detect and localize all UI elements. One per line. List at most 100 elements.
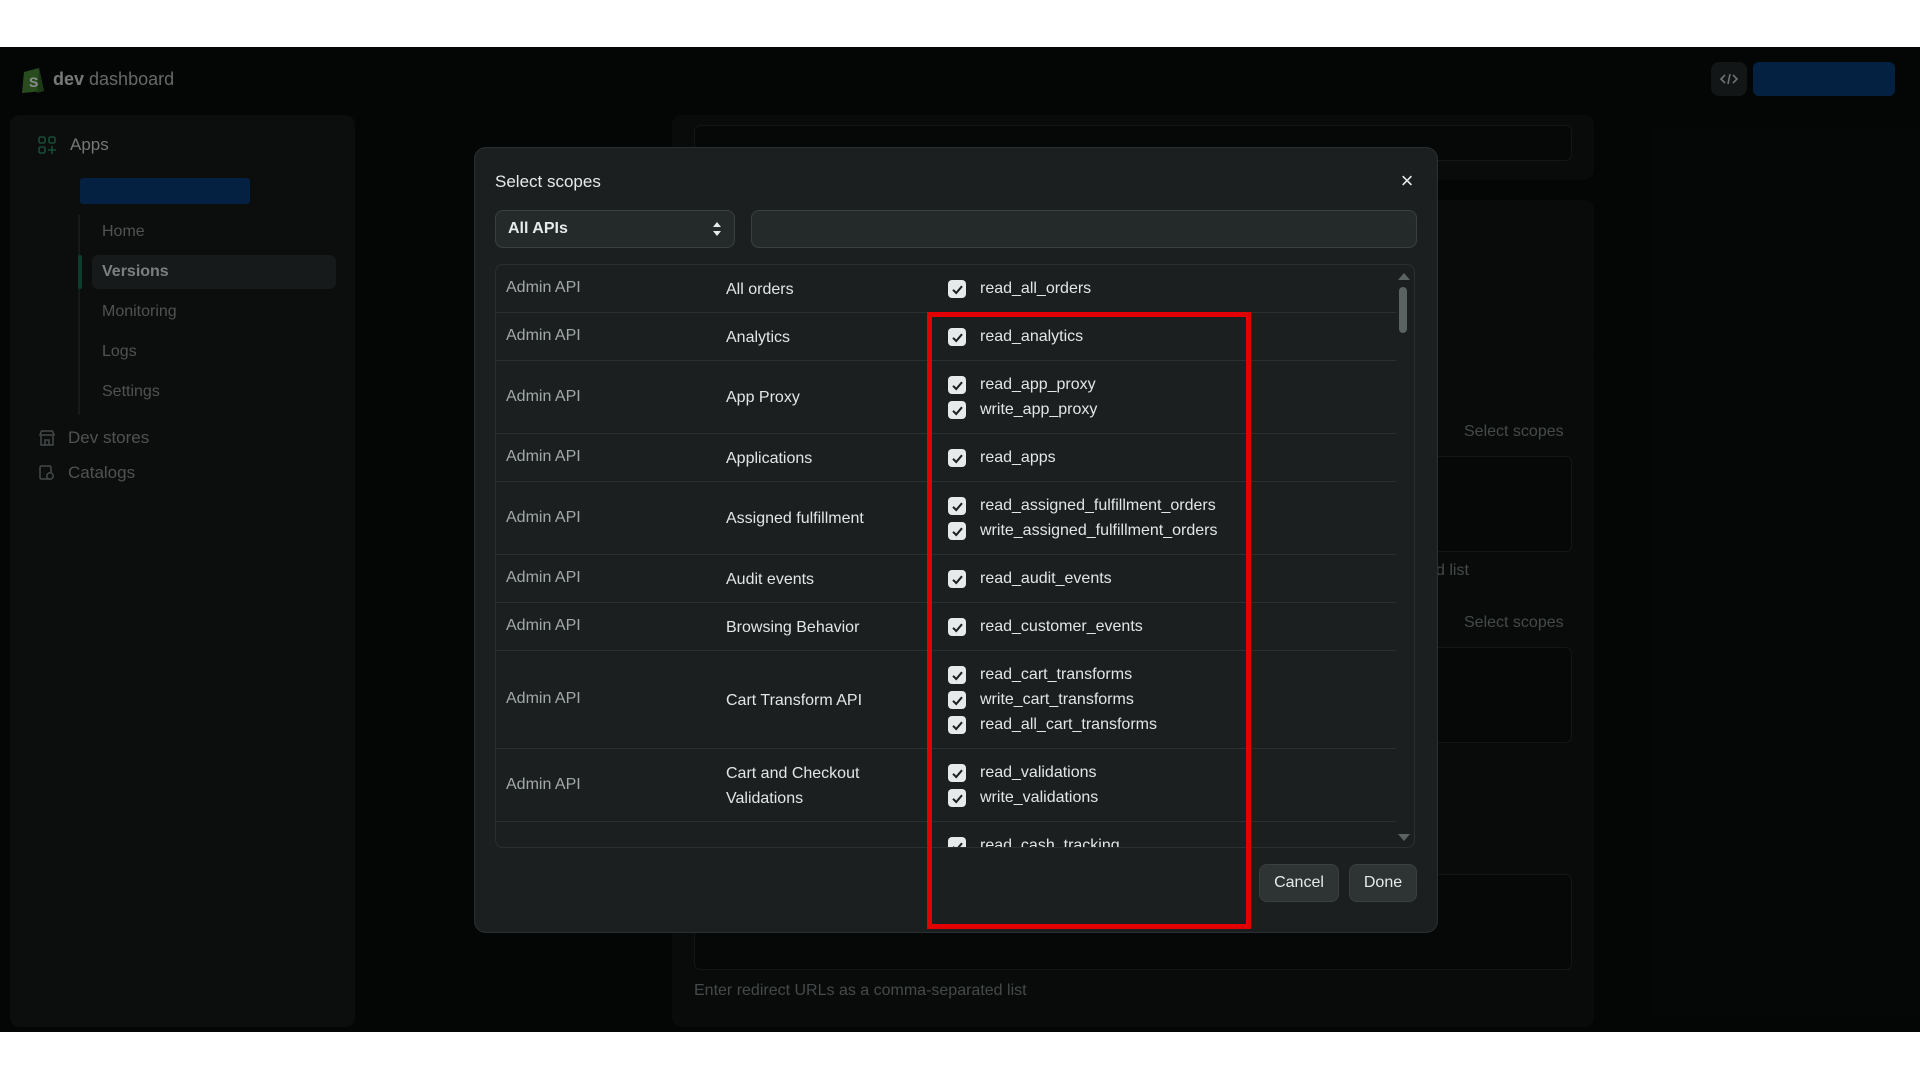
checkbox-checked-icon[interactable] <box>948 691 966 709</box>
scope-checkbox-item[interactable]: read_analytics <box>948 325 1083 350</box>
table-row: Admin API Audit events read_audit_events <box>496 555 1396 603</box>
scope-label: read_app_proxy <box>980 376 1096 393</box>
resource-name-cell: Browsing Behavior <box>726 618 860 636</box>
checkbox-checked-icon[interactable] <box>948 449 966 467</box>
api-cell: Admin API <box>506 448 581 465</box>
scope-label: write_assigned_fulfillment_orders <box>980 522 1218 539</box>
checkbox-checked-icon[interactable] <box>948 522 966 540</box>
scope-checkbox-item[interactable]: read_cart_transforms <box>948 663 1157 688</box>
scope-label: read_audit_events <box>980 570 1112 587</box>
scope-label: write_cart_transforms <box>980 691 1134 708</box>
scope-search-input[interactable] <box>751 210 1417 248</box>
resource-name-cell: Cart and Checkout Validations <box>726 764 860 807</box>
resource-name-cell: Applications <box>726 449 813 467</box>
done-button[interactable]: Done <box>1349 864 1417 902</box>
resource-name-cell: All orders <box>726 280 794 298</box>
scope-label: read_cash_tracking <box>980 837 1120 848</box>
api-cell: Admin API <box>506 387 581 405</box>
scope-checkbox-item[interactable]: write_app_proxy <box>948 398 1097 423</box>
scope-label: write_app_proxy <box>980 401 1098 418</box>
scope-checkbox-item[interactable]: read_apps <box>948 446 1056 471</box>
scopes-cell: read_audit_events <box>948 567 1112 592</box>
scope-checkbox-item[interactable]: read_audit_events <box>948 567 1112 592</box>
table-row: Admin API App Proxy read_app_proxy write_ap… <box>496 361 1396 434</box>
scope-label: read_all_cart_transforms <box>980 716 1157 733</box>
scopes-table-body[interactable]: Admin API All orders read_all_orders Admin … <box>496 265 1396 848</box>
scroll-thumb[interactable] <box>1399 287 1407 333</box>
checkbox-checked-icon[interactable] <box>948 328 966 346</box>
scope-checkbox-item[interactable]: read_customer_events <box>948 615 1143 640</box>
checkbox-checked-icon[interactable] <box>948 666 966 684</box>
scope-label: read_analytics <box>980 328 1084 345</box>
scopes-cell: read_customer_events <box>948 615 1143 640</box>
api-cell: Admin API <box>506 775 581 793</box>
api-cell: Admin API <box>506 617 581 634</box>
scopes-cell: read_assigned_fulfillment_orders write_as… <box>948 494 1217 544</box>
resource-name-cell: Cart Transform API <box>726 691 863 709</box>
scope-label: read_customer_events <box>980 618 1143 635</box>
table-row: Admin API Browsing Behavior read_customer_… <box>496 603 1396 651</box>
resource-name-cell: Audit events <box>726 570 815 588</box>
scopes-table: Admin API All orders read_all_orders Admin … <box>495 264 1415 848</box>
checkbox-checked-icon[interactable] <box>948 376 966 394</box>
scope-label: write_validations <box>980 789 1099 806</box>
resource-name-cell: App Proxy <box>726 389 800 406</box>
scopes-cell: read_app_proxy write_app_proxy <box>948 373 1097 423</box>
app-window: S dev dashboard Apps Home Versions Monit… <box>0 47 1920 1032</box>
select-scopes-modal: Select scopes × All APIs Admin API All or… <box>474 147 1438 933</box>
scope-label: read_all_orders <box>980 280 1092 297</box>
select-arrows-icon <box>713 222 721 236</box>
resource-name-cell: Cash Tracking <box>726 846 906 847</box>
api-filter-select[interactable]: All APIs <box>495 210 735 248</box>
checkbox-checked-icon[interactable] <box>948 716 966 734</box>
scope-checkbox-item[interactable]: write_assigned_fulfillment_orders <box>948 519 1217 544</box>
scope-checkbox-item[interactable]: write_validations <box>948 786 1098 811</box>
api-cell: Admin API <box>506 690 581 707</box>
scopes-cell: read_analytics <box>948 325 1083 350</box>
checkbox-checked-icon[interactable] <box>948 280 966 298</box>
scope-checkbox-item[interactable]: read_app_proxy <box>948 373 1097 398</box>
scopes-cell: read_validations write_validations <box>948 761 1098 811</box>
checkbox-checked-icon[interactable] <box>948 497 966 515</box>
scope-checkbox-item[interactable]: write_cart_transforms <box>948 688 1157 713</box>
modal-title: Select scopes <box>495 172 601 191</box>
table-row: Admin API Cart Transform API read_cart_tra… <box>496 651 1396 749</box>
scope-checkbox-item[interactable]: read_assigned_fulfillment_orders <box>948 494 1217 519</box>
scopes-cell: read_cart_transforms write_cart_transform… <box>948 663 1157 738</box>
api-cell: Admin API <box>506 569 581 586</box>
resource-name-cell: Assigned fulfillment <box>726 510 864 527</box>
scroll-down-icon[interactable] <box>1398 834 1410 841</box>
table-row: Admin API Analytics read_analytics <box>496 313 1396 361</box>
scope-label: read_cart_transforms <box>980 666 1133 683</box>
scope-checkbox-item[interactable]: read_all_orders <box>948 277 1091 302</box>
cancel-button[interactable]: Cancel <box>1259 864 1339 902</box>
scopes-cell: read_all_orders <box>948 277 1091 302</box>
scope-label: read_validations <box>980 764 1097 781</box>
table-row: Admin API Applications read_apps <box>496 434 1396 482</box>
api-cell: Admin API <box>506 279 581 296</box>
checkbox-checked-icon[interactable] <box>948 618 966 636</box>
scopes-cell: read_apps <box>948 446 1056 471</box>
table-row: Admin APICash Trackingread_cash_tracking… <box>496 822 1396 848</box>
scope-label: read_apps <box>980 449 1056 466</box>
table-row: Admin API Assigned fulfillment read_assign… <box>496 482 1396 555</box>
api-cell: Admin API <box>506 508 581 526</box>
close-icon[interactable]: × <box>1395 170 1419 194</box>
scope-checkbox-item[interactable]: read_all_cart_transforms <box>948 713 1157 738</box>
scope-checkbox-item[interactable]: read_cash_tracking <box>948 834 1121 848</box>
table-scrollbar[interactable] <box>1394 265 1414 847</box>
scope-label: read_assigned_fulfillment_orders <box>980 497 1216 514</box>
checkbox-checked-icon[interactable] <box>948 570 966 588</box>
api-cell: Admin API <box>506 327 581 344</box>
checkbox-checked-icon[interactable] <box>948 789 966 807</box>
scopes-cell: read_cash_trackingwrite_cash_tracking <box>948 834 1121 848</box>
resource-name-cell: Analytics <box>726 328 791 346</box>
table-row: Admin API Cart and Checkout Validations re… <box>496 749 1396 822</box>
table-row: Admin API All orders read_all_orders <box>496 265 1396 313</box>
api-filter-value: All APIs <box>508 220 568 237</box>
scope-checkbox-item[interactable]: read_validations <box>948 761 1098 786</box>
checkbox-checked-icon[interactable] <box>948 837 966 847</box>
checkbox-checked-icon[interactable] <box>948 401 966 419</box>
checkbox-checked-icon[interactable] <box>948 764 966 782</box>
scroll-up-icon[interactable] <box>1398 273 1410 280</box>
